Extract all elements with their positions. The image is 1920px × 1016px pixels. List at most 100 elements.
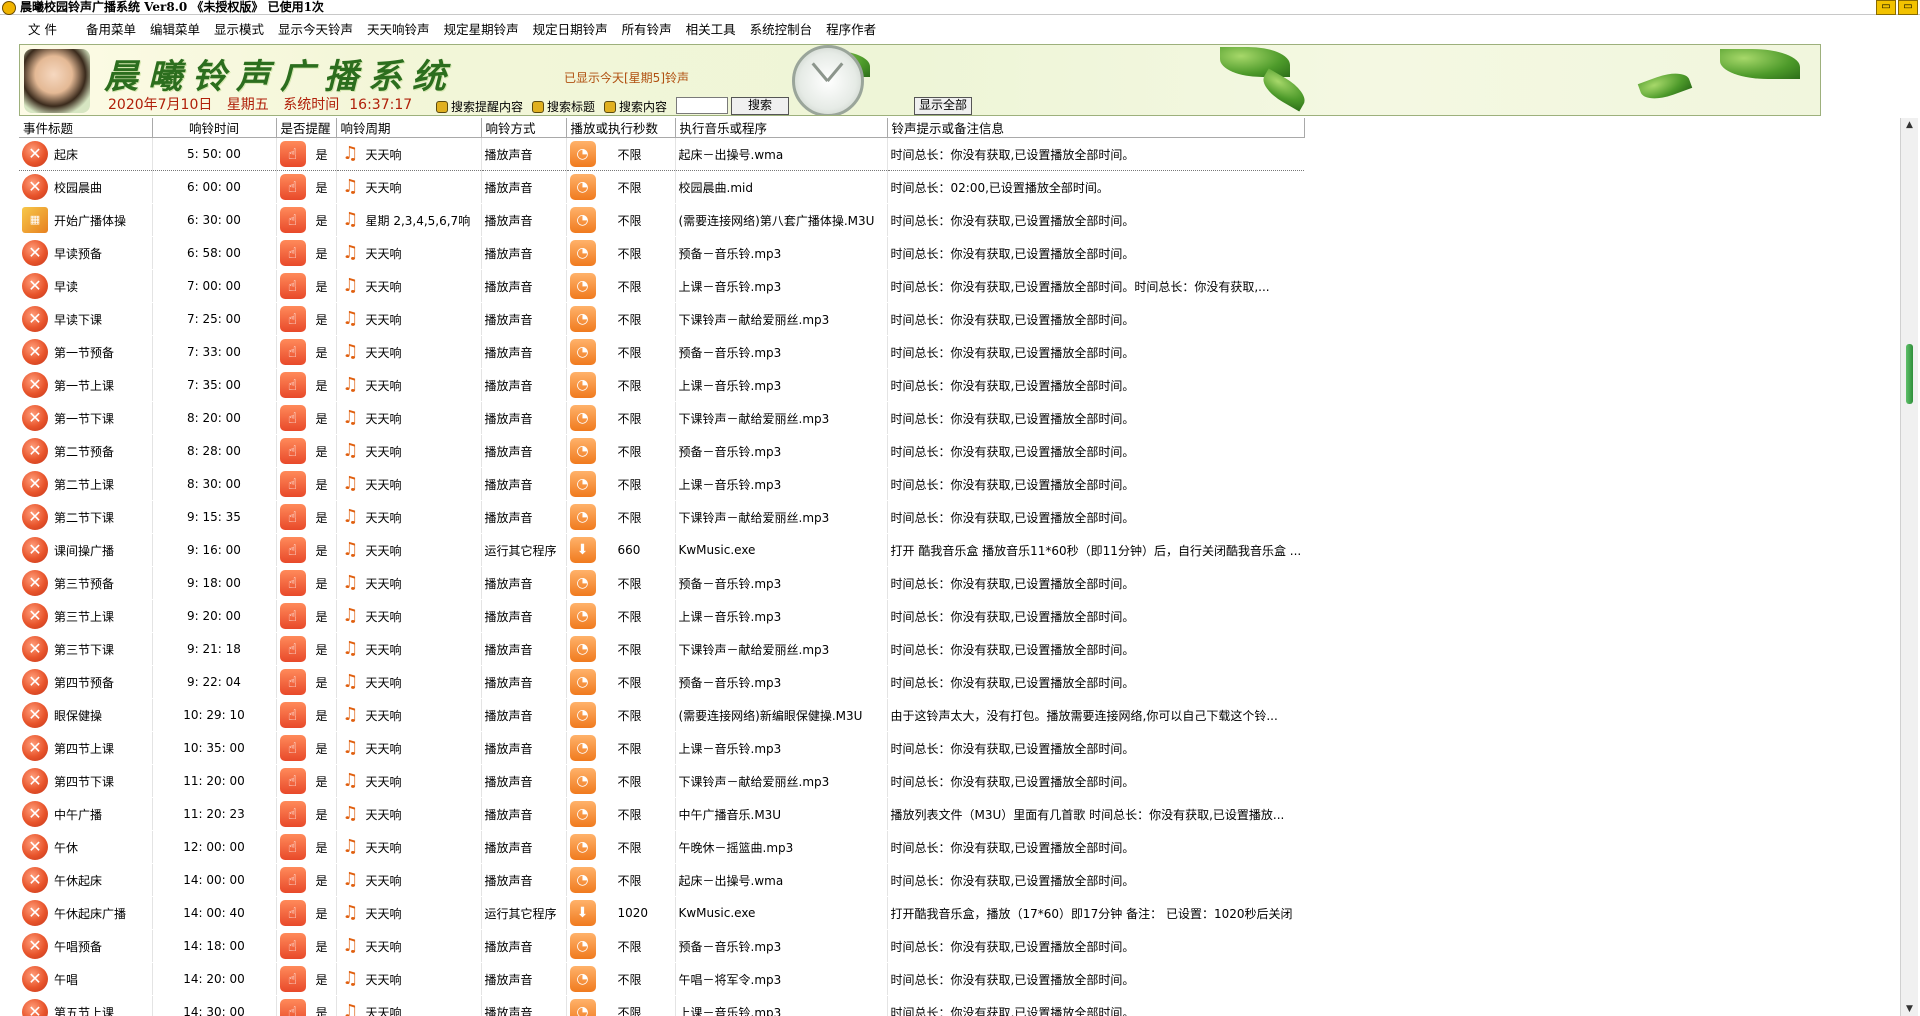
close-circle-icon[interactable]: ✕ — [22, 273, 48, 299]
table-row[interactable]: ✕ 第一节预备 7: 33: 00 ☝ 是 ♫ 天天响 播放声音 ◔ 不限 预备－音乐铃.mp3 时间… — [19, 335, 1305, 369]
table-row[interactable]: ✕ 午唱 14: 20: 00 ☝ 是 ♫ 天天响 播放声音 ◔ 不限 午唱－将军令.mp3 时间总长… — [19, 962, 1305, 996]
close-circle-icon[interactable]: ✕ — [22, 867, 48, 893]
table-row[interactable]: ✕ 第二节下课 9: 15: 35 ☝ 是 ♫ 天天响 播放声音 ◔ 不限 下课铃声－献给爱丽丝.m… — [19, 500, 1305, 534]
scroll-down-icon[interactable]: ▼ — [1901, 1002, 1918, 1016]
table-row[interactable]: ✕ 第一节上课 7: 35: 00 ☝ 是 ♫ 天天响 播放声音 ◔ 不限 上课－音乐铃.mp3 时间… — [19, 368, 1305, 402]
table-row[interactable]: ✕ 第四节上课 10: 35: 00 ☝ 是 ♫ 天天响 播放声音 ◔ 不限 上课－音乐铃.mp3 时… — [19, 731, 1305, 765]
close-circle-icon[interactable]: ✕ — [22, 636, 48, 662]
calendar-grid-icon[interactable]: ▦ — [22, 207, 48, 233]
menu-item[interactable]: 编辑菜单 — [143, 19, 207, 38]
menu-item[interactable]: 所有铃声 — [615, 19, 679, 38]
close-circle-icon[interactable]: ✕ — [22, 768, 48, 794]
menu-item[interactable]: 显示今天铃声 — [271, 19, 360, 38]
col-header-remind[interactable]: 是否提醒 — [276, 118, 337, 138]
music-file: 预备－音乐铃.mp3 — [675, 434, 888, 468]
table-row[interactable]: ✕ 午休起床广播 14: 00: 40 ☝ 是 ♫ 天天响 运行其它程序 ⬇ 1020 KwMusi… — [19, 896, 1305, 930]
table-row[interactable]: ✕ 早读下课 7: 25: 00 ☝ 是 ♫ 天天响 播放声音 ◔ 不限 下课铃声－献给爱丽丝.mp… — [19, 302, 1305, 336]
table-row[interactable]: ✕ 第一节下课 8: 20: 00 ☝ 是 ♫ 天天响 播放声音 ◔ 不限 下课铃声－献给爱丽丝.m… — [19, 401, 1305, 435]
ring-time: 14: 00: 40 — [152, 896, 277, 930]
menu-item[interactable]: 显示模式 — [207, 19, 271, 38]
close-circle-icon[interactable]: ✕ — [22, 537, 48, 563]
event-title: 中午广播 — [54, 807, 103, 822]
close-circle-icon[interactable]: ✕ — [22, 174, 48, 200]
table-row[interactable]: ✕ 第四节下课 11: 20: 00 ☝ 是 ♫ 天天响 播放声音 ◔ 不限 下课铃声－献给爱丽丝.… — [19, 764, 1305, 798]
radio-icon[interactable] — [436, 100, 448, 113]
table-row[interactable]: ✕ 中午广播 11: 20: 23 ☝ 是 ♫ 天天响 播放声音 ◔ 不限 中午广播音乐.M3U 播放… — [19, 797, 1305, 831]
col-header-cycle[interactable]: 响铃周期 — [336, 118, 482, 138]
show-all-button[interactable]: 显示全部 — [914, 97, 972, 115]
menu-item[interactable]: 规定日期铃声 — [526, 19, 615, 38]
col-header-seconds[interactable]: 播放或执行秒数 — [566, 118, 676, 138]
close-circle-icon[interactable]: ✕ — [22, 900, 48, 926]
table-row[interactable]: ✕ 起床 5: 50: 00 ☝ 是 ♫ 天天响 播放声音 ◔ 不限 起床－出操号.wma 时间总长：… — [19, 137, 1305, 171]
search-input[interactable] — [676, 97, 728, 114]
close-circle-icon[interactable]: ✕ — [22, 999, 48, 1016]
table-row[interactable]: ▦ 开始广播体操 6: 30: 00 ☝ 是 ♫ 星期 2,3,4,5,6,7响 播放声音 ◔ 不… — [19, 203, 1305, 237]
close-circle-icon[interactable]: ✕ — [22, 471, 48, 497]
close-circle-icon[interactable]: ✕ — [22, 801, 48, 827]
col-header-mode[interactable]: 响铃方式 — [481, 118, 567, 138]
table-row[interactable]: ✕ 第二节预备 8: 28: 00 ☝ 是 ♫ 天天响 播放声音 ◔ 不限 预备－音乐铃.mp3 时间… — [19, 434, 1305, 468]
minimize-button[interactable]: ▭ — [1876, 0, 1896, 15]
close-circle-icon[interactable]: ✕ — [22, 438, 48, 464]
close-circle-icon[interactable]: ✕ — [22, 603, 48, 629]
col-header-title[interactable]: 事件标题 — [19, 118, 153, 138]
close-circle-icon[interactable]: ✕ — [22, 306, 48, 332]
table-row[interactable]: ✕ 第二节上课 8: 30: 00 ☝ 是 ♫ 天天响 播放声音 ◔ 不限 上课－音乐铃.mp3 时间… — [19, 467, 1305, 501]
search-title-option[interactable]: 搜索标题 — [532, 98, 595, 115]
close-circle-icon[interactable]: ✕ — [22, 372, 48, 398]
search-remind-option[interactable]: 搜索提醒内容 — [436, 98, 523, 115]
col-header-note[interactable]: 铃声提示或备注信息 — [887, 118, 1305, 138]
close-circle-icon[interactable]: ✕ — [22, 240, 48, 266]
close-circle-icon[interactable]: ✕ — [22, 735, 48, 761]
menu-item[interactable]: 规定星期铃声 — [437, 19, 526, 38]
table-row[interactable]: ✕ 课间操广播 9: 16: 00 ☝ 是 ♫ 天天响 运行其它程序 ⬇ 660 KwMusic.e… — [19, 533, 1305, 567]
ring-cycle: 天天响 — [365, 642, 402, 657]
close-circle-icon[interactable]: ✕ — [22, 141, 48, 167]
table-row[interactable]: ✕ 早读预备 6: 58: 00 ☝ 是 ♫ 天天响 播放声音 ◔ 不限 预备－音乐铃.mp3 时间总… — [19, 236, 1305, 270]
close-circle-icon[interactable]: ✕ — [22, 570, 48, 596]
table-row[interactable]: ✕ 午唱预备 14: 18: 00 ☝ 是 ♫ 天天响 播放声音 ◔ 不限 预备－音乐铃.mp3 时间… — [19, 929, 1305, 963]
ring-mode: 播放声音 — [481, 368, 567, 402]
col-header-file[interactable]: 执行音乐或程序 — [675, 118, 888, 138]
menu-item[interactable]: 天天响铃声 — [360, 19, 437, 38]
radio-icon[interactable] — [532, 100, 544, 113]
close-circle-icon[interactable]: ✕ — [22, 702, 48, 728]
close-circle-icon[interactable]: ✕ — [22, 966, 48, 992]
menu-item[interactable]: 文 件 — [0, 19, 79, 38]
close-circle-icon[interactable]: ✕ — [22, 669, 48, 695]
table-row[interactable]: ✕ 早读 7: 00: 00 ☝ 是 ♫ 天天响 播放声音 ◔ 不限 上课－音乐铃.mp3 时间总长：… — [19, 269, 1305, 303]
close-button[interactable]: ▭ — [1898, 0, 1918, 15]
ring-cycle: 天天响 — [365, 246, 402, 261]
vertical-scrollbar[interactable]: ▲ ▼ — [1900, 118, 1918, 1016]
table-row[interactable]: ✕ 午休起床 14: 00: 00 ☝ 是 ♫ 天天响 播放声音 ◔ 不限 起床－出操号.wma 时间… — [19, 863, 1305, 897]
scroll-thumb[interactable] — [1906, 344, 1913, 404]
ring-note: 时间总长：你没有获取,已设置播放全部时间。 — [887, 764, 1305, 798]
search-content-option[interactable]: 搜索内容 — [604, 98, 667, 115]
col-header-time[interactable]: 响铃时间 — [152, 118, 277, 138]
table-row[interactable]: ✕ 午休 12: 00: 00 ☝ 是 ♫ 天天响 播放声音 ◔ 不限 午晚休－摇篮曲.mp3 时间总… — [19, 830, 1305, 864]
table-row[interactable]: ✕ 校园晨曲 6: 00: 00 ☝ 是 ♫ 天天响 播放声音 ◔ 不限 校园晨曲.mid 时间总长：… — [19, 170, 1305, 204]
table-row[interactable]: ✕ 第五节上课 14: 30: 00 ☝ 是 ♫ 天天响 播放声音 ◔ 不限 上课－音乐铃.mp3 时… — [19, 995, 1305, 1016]
menu-item[interactable]: 相关工具 — [679, 19, 743, 38]
close-circle-icon[interactable]: ✕ — [22, 933, 48, 959]
table-row[interactable]: ✕ 第三节预备 9: 18: 00 ☝ 是 ♫ 天天响 播放声音 ◔ 不限 预备－音乐铃.mp3 时间… — [19, 566, 1305, 600]
menu-item[interactable]: 程序作者 — [819, 19, 883, 38]
ring-cycle: 天天响 — [365, 741, 402, 756]
radio-icon[interactable] — [604, 100, 616, 113]
remind-flag: 是 — [315, 180, 328, 195]
menu-item[interactable]: 系统控制台 — [743, 19, 820, 38]
menu-item[interactable]: 备用菜单 — [79, 19, 143, 38]
scroll-up-icon[interactable]: ▲ — [1901, 118, 1918, 132]
close-circle-icon[interactable]: ✕ — [22, 504, 48, 530]
search-button[interactable]: 搜索 — [731, 97, 789, 115]
table-row[interactable]: ✕ 第四节预备 9: 22: 04 ☝ 是 ♫ 天天响 播放声音 ◔ 不限 预备－音乐铃.mp3 时间… — [19, 665, 1305, 699]
ring-note: 时间总长：02:00,已设置播放全部时间。 — [887, 170, 1305, 204]
close-circle-icon[interactable]: ✕ — [22, 834, 48, 860]
close-circle-icon[interactable]: ✕ — [22, 339, 48, 365]
table-row[interactable]: ✕ 第三节上课 9: 20: 00 ☝ 是 ♫ 天天响 播放声音 ◔ 不限 上课－音乐铃.mp3 时间… — [19, 599, 1305, 633]
table-row[interactable]: ✕ 第三节下课 9: 21: 18 ☝ 是 ♫ 天天响 播放声音 ◔ 不限 下课铃声－献给爱丽丝.m… — [19, 632, 1305, 666]
close-circle-icon[interactable]: ✕ — [22, 405, 48, 431]
rss-icon: ◔ — [569, 636, 596, 662]
table-row[interactable]: ✕ 眼保健操 10: 29: 10 ☝ 是 ♫ 天天响 播放声音 ◔ 不限 (需要连接网络)新编眼保… — [19, 698, 1305, 732]
